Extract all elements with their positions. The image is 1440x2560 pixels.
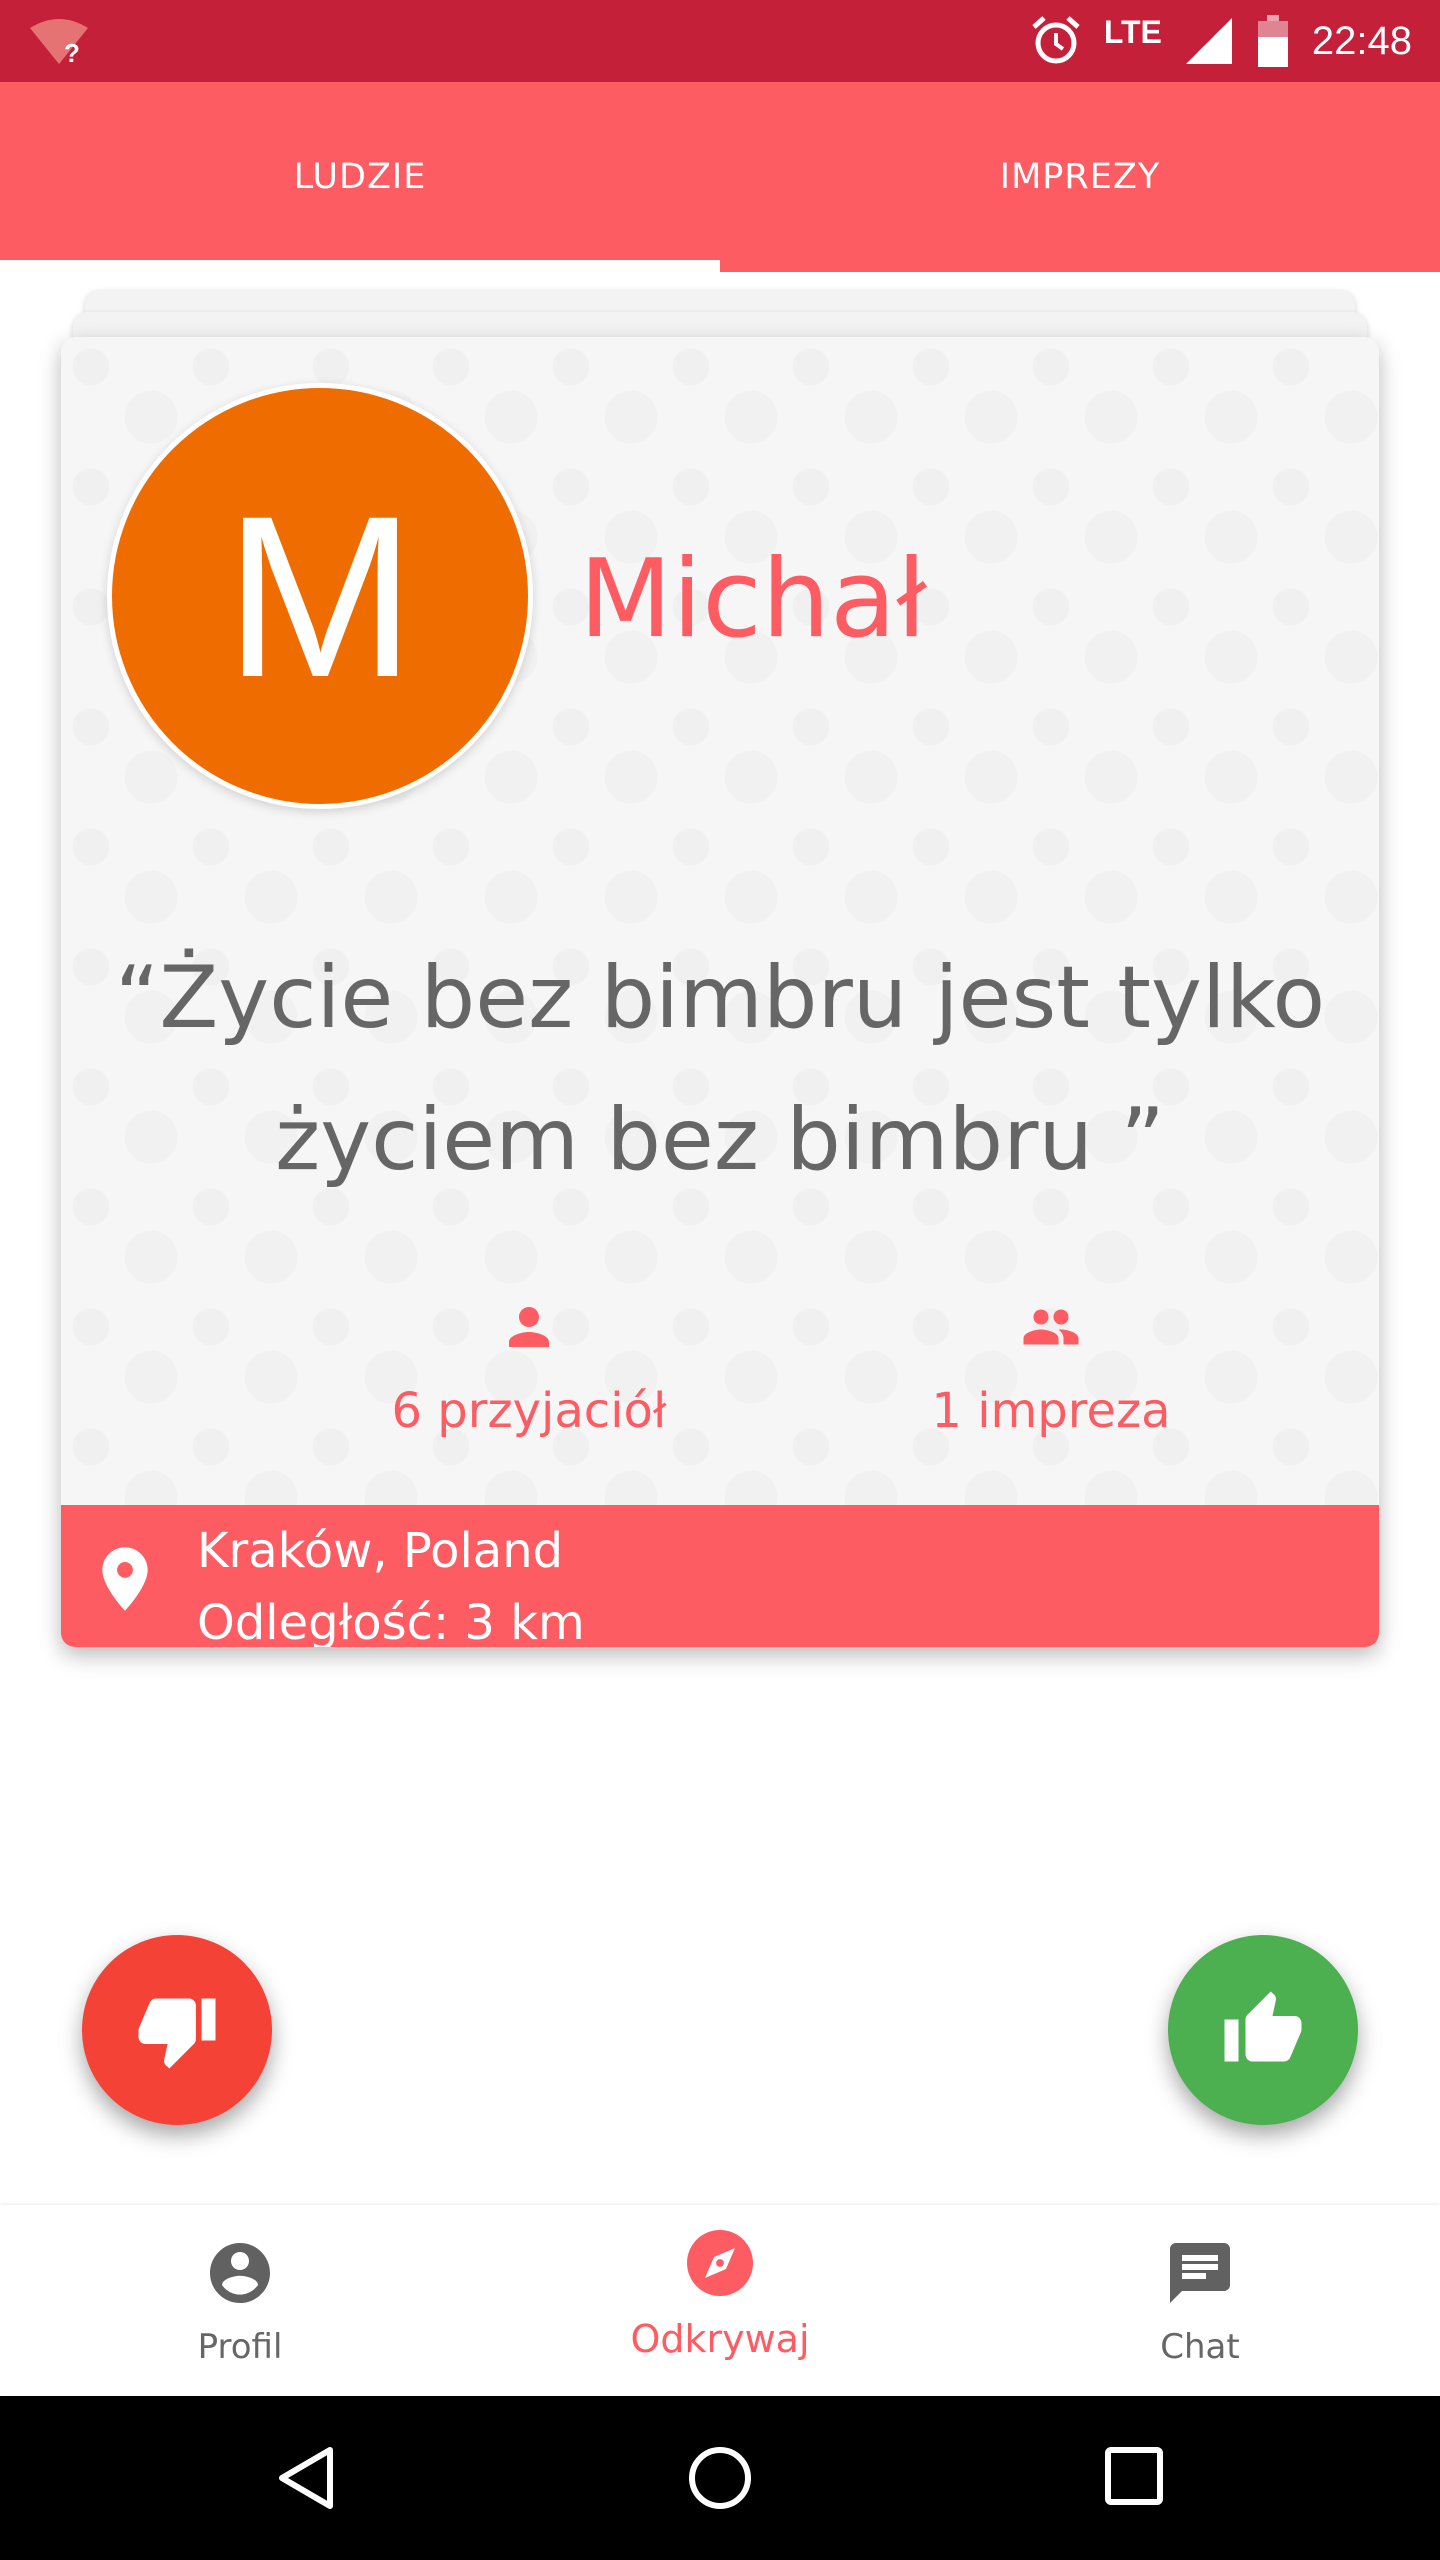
thumbs-down-icon bbox=[138, 1998, 216, 2069]
recents-icon[interactable] bbox=[1102, 2444, 1166, 2508]
wifi-question-icon: ? bbox=[30, 19, 88, 66]
person-icon bbox=[509, 1307, 549, 1347]
location-pin-icon bbox=[102, 1547, 148, 1611]
bottom-navigation: Profil Odkrywaj Chat bbox=[0, 2205, 1440, 2395]
svg-text:?: ? bbox=[64, 38, 80, 66]
location-distance: Odległość: 3 km bbox=[197, 1595, 585, 1647]
location-bar: Kraków, Poland Odległość: 3 km bbox=[61, 1505, 1379, 1647]
events-count: 1 impreza bbox=[931, 1383, 1171, 1439]
events-stat[interactable]: 1 impreza bbox=[841, 1297, 1261, 1439]
alarm-icon bbox=[1032, 16, 1080, 64]
clock: 22:48 bbox=[1311, 18, 1412, 63]
system-nav-bar bbox=[0, 2396, 1440, 2560]
avatar-initial: M bbox=[224, 467, 416, 725]
network-type: LTE bbox=[1103, 13, 1162, 50]
friends-stat[interactable]: 6 przyjaciół bbox=[319, 1297, 739, 1439]
tab-ludzie[interactable]: LUDZIE bbox=[0, 82, 720, 272]
top-tabs: LUDZIE IMPREZY bbox=[0, 82, 1440, 272]
profile-name: Michał bbox=[579, 537, 927, 662]
location-city: Kraków, Poland bbox=[197, 1523, 564, 1579]
nav-label: Profil bbox=[197, 2327, 283, 2367]
avatar: M bbox=[107, 383, 533, 809]
nav-label: Chat bbox=[1160, 2327, 1240, 2367]
profile-card[interactable]: M Michał “Życie bez bimbru jest tylko ży… bbox=[61, 337, 1379, 1647]
dislike-button[interactable] bbox=[82, 1935, 272, 2125]
tab-label: IMPREZY bbox=[999, 157, 1161, 197]
like-button[interactable] bbox=[1168, 1935, 1358, 2125]
status-bar: ? LTE 22:48 bbox=[0, 0, 1440, 82]
account-circle-icon bbox=[210, 2243, 270, 2303]
battery-icon bbox=[1257, 15, 1288, 67]
back-icon[interactable] bbox=[272, 2444, 340, 2512]
tab-label: LUDZIE bbox=[293, 157, 427, 197]
nav-chat[interactable]: Chat bbox=[960, 2205, 1440, 2395]
home-icon[interactable] bbox=[686, 2444, 754, 2512]
chat-icon bbox=[1170, 2243, 1230, 2303]
signal-icon bbox=[1185, 18, 1232, 64]
friends-count: 6 przyjaciół bbox=[391, 1383, 667, 1439]
people-icon bbox=[1023, 1309, 1079, 1345]
nav-odkrywaj[interactable]: Odkrywaj bbox=[480, 2205, 960, 2395]
thumbs-up-icon bbox=[1224, 1991, 1302, 2062]
nav-profil[interactable]: Profil bbox=[0, 2205, 480, 2395]
compass-icon bbox=[687, 2230, 753, 2296]
profile-quote: “Życie bez bimbru jest tylko życiem bez … bbox=[114, 948, 1326, 1190]
tab-imprezy[interactable]: IMPREZY bbox=[720, 82, 1440, 272]
nav-label: Odkrywaj bbox=[630, 2317, 810, 2361]
